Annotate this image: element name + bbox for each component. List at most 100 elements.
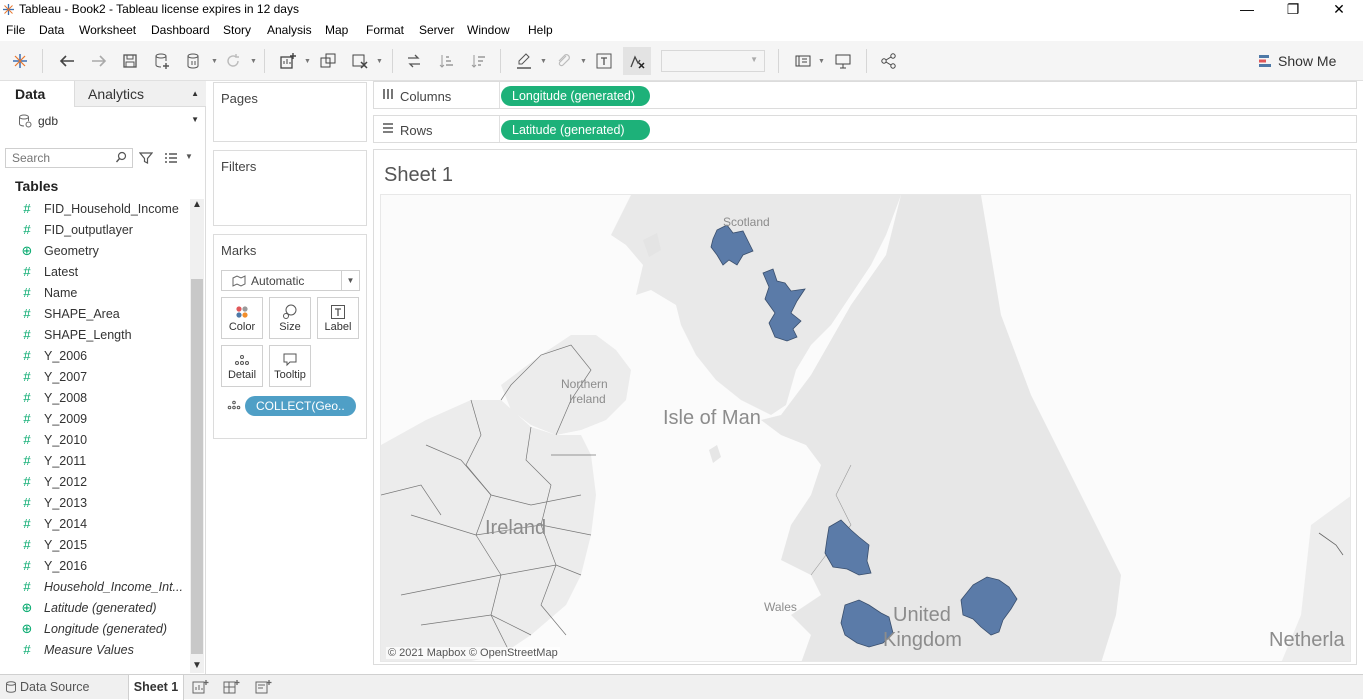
field-item[interactable]: # Y_2012 <box>0 472 190 493</box>
field-item[interactable]: # Y_2016 <box>0 556 190 577</box>
menu-format[interactable]: Format <box>366 23 404 37</box>
tooltip-button[interactable]: Tooltip <box>269 345 311 387</box>
view-options-icon[interactable] <box>164 152 178 164</box>
scrollbar-thumb[interactable] <box>191 279 203 654</box>
latitude-pill[interactable]: Latitude (generated) <box>501 120 650 140</box>
menu-map[interactable]: Map <box>325 23 348 37</box>
size-button[interactable]: Size <box>269 297 311 339</box>
tab-analytics[interactable]: Analytics ▲ ▼ <box>74 81 206 124</box>
field-item[interactable]: # FID_outputlayer <box>0 220 190 241</box>
minimize-button[interactable]: — <box>1224 0 1270 20</box>
mark-type-dropdown[interactable]: Automatic ▼ <box>221 270 360 291</box>
group-members-icon[interactable] <box>551 49 575 73</box>
field-item[interactable]: # FID_Household_Income <box>0 199 190 220</box>
filter-icon[interactable] <box>139 151 153 165</box>
fix-axes-icon[interactable] <box>623 47 651 75</box>
chevron-down-icon[interactable]: ▼ <box>376 58 383 65</box>
menu-analysis[interactable]: Analysis <box>267 23 312 37</box>
menu-data[interactable]: Data <box>39 23 64 37</box>
field-item[interactable]: # Measure Values <box>0 640 190 661</box>
menu-worksheet[interactable]: Worksheet <box>79 23 136 37</box>
collect-geometry-pill[interactable]: COLLECT(Geo.. <box>245 396 356 416</box>
tab-sheet-1[interactable]: Sheet 1 <box>128 675 184 700</box>
chevron-down-icon[interactable]: ▼ <box>818 58 825 65</box>
tableau-logo-icon[interactable] <box>8 49 32 73</box>
rows-shelf[interactable]: Rows Latitude (generated) <box>373 115 1357 143</box>
new-datasource-icon[interactable] <box>150 49 174 73</box>
field-list-scrollbar[interactable]: ▲ ▼ <box>190 199 204 673</box>
share-icon[interactable] <box>877 49 901 73</box>
menu-file[interactable]: File <box>6 23 25 37</box>
highlight-icon[interactable] <box>512 49 536 73</box>
field-item[interactable]: # Y_2011 <box>0 451 190 472</box>
refresh-icon[interactable] <box>221 49 245 73</box>
menu-server[interactable]: Server <box>419 23 454 37</box>
fit-dropdown[interactable]: ▼ <box>661 50 765 72</box>
maximize-button[interactable]: ❐ <box>1270 0 1316 20</box>
menu-window[interactable]: Window <box>467 23 510 37</box>
columns-shelf[interactable]: Columns Longitude (generated) <box>373 81 1357 109</box>
chevron-down-icon[interactable]: ▼ <box>185 152 193 161</box>
field-item[interactable]: # Household_Income_Int... <box>0 577 190 598</box>
swap-rows-columns-icon[interactable] <box>402 49 426 73</box>
save-icon[interactable] <box>118 49 142 73</box>
detail-button[interactable]: Detail <box>221 345 263 387</box>
search-input[interactable] <box>6 149 106 167</box>
new-story-tab-icon[interactable] <box>255 679 273 695</box>
search-icon[interactable] <box>115 151 128 164</box>
redo-icon[interactable] <box>87 49 111 73</box>
search-box[interactable] <box>5 148 133 168</box>
field-item[interactable]: # Y_2013 <box>0 493 190 514</box>
field-item[interactable]: ⊕ Latitude (generated) <box>0 598 190 619</box>
field-item[interactable]: ⊕ Geometry <box>0 241 190 262</box>
menu-help[interactable]: Help <box>528 23 553 37</box>
field-item[interactable]: # Y_2006 <box>0 346 190 367</box>
map-canvas[interactable]: Scotland Northern Ireland Isle of Man Ir… <box>380 194 1351 662</box>
new-worksheet-icon[interactable] <box>276 49 300 73</box>
field-item[interactable]: # Y_2007 <box>0 367 190 388</box>
close-button[interactable]: ✕ <box>1316 0 1362 20</box>
field-item[interactable]: # Name <box>0 283 190 304</box>
sort-descending-icon[interactable] <box>467 49 491 73</box>
sheet-title[interactable]: Sheet 1 <box>384 164 453 187</box>
color-button[interactable]: Color <box>221 297 263 339</box>
show-mark-labels-icon[interactable] <box>592 49 616 73</box>
chevron-down-icon[interactable]: ▼ <box>211 58 218 65</box>
tab-data[interactable]: Data <box>0 81 74 107</box>
field-item[interactable]: # Latest <box>0 262 190 283</box>
filters-card[interactable]: Filters <box>213 150 367 226</box>
scroll-up-icon[interactable]: ▲ <box>192 199 202 210</box>
new-dashboard-tab-icon[interactable] <box>223 679 241 695</box>
tab-data-source[interactable]: Data Source <box>0 675 125 700</box>
scroll-down-icon[interactable]: ▼ <box>192 660 202 671</box>
field-item[interactable]: # Y_2009 <box>0 409 190 430</box>
chevron-down-icon[interactable]: ▼ <box>304 58 311 65</box>
field-item[interactable]: # SHAPE_Length <box>0 325 190 346</box>
presentation-mode-icon[interactable] <box>831 49 855 73</box>
pause-updates-icon[interactable] <box>182 49 206 73</box>
datasource-item[interactable]: gdb <box>18 114 58 128</box>
field-item[interactable]: # Y_2010 <box>0 430 190 451</box>
map-label-wales: Wales <box>764 600 797 614</box>
field-item[interactable]: ⊕ Longitude (generated) <box>0 619 190 640</box>
chevron-down-icon[interactable]: ▼ <box>250 58 257 65</box>
chevron-down-icon: ▼ <box>750 55 758 64</box>
show-me-button[interactable]: Show Me <box>1258 51 1336 71</box>
field-item[interactable]: # Y_2015 <box>0 535 190 556</box>
pages-card[interactable]: Pages <box>213 82 367 142</box>
clear-sheet-icon[interactable] <box>348 49 372 73</box>
field-item[interactable]: # SHAPE_Area <box>0 304 190 325</box>
duplicate-sheet-icon[interactable] <box>316 49 340 73</box>
label-button[interactable]: Label <box>317 297 359 339</box>
chevron-down-icon[interactable]: ▼ <box>580 58 587 65</box>
new-worksheet-tab-icon[interactable] <box>192 679 210 695</box>
chevron-down-icon[interactable]: ▼ <box>540 58 547 65</box>
field-item[interactable]: # Y_2008 <box>0 388 190 409</box>
menu-dashboard[interactable]: Dashboard <box>151 23 210 37</box>
field-item[interactable]: # Y_2014 <box>0 514 190 535</box>
undo-icon[interactable] <box>55 49 79 73</box>
sort-ascending-icon[interactable] <box>435 49 459 73</box>
show-cards-icon[interactable] <box>791 49 815 73</box>
menu-story[interactable]: Story <box>223 23 251 37</box>
longitude-pill[interactable]: Longitude (generated) <box>501 86 650 106</box>
